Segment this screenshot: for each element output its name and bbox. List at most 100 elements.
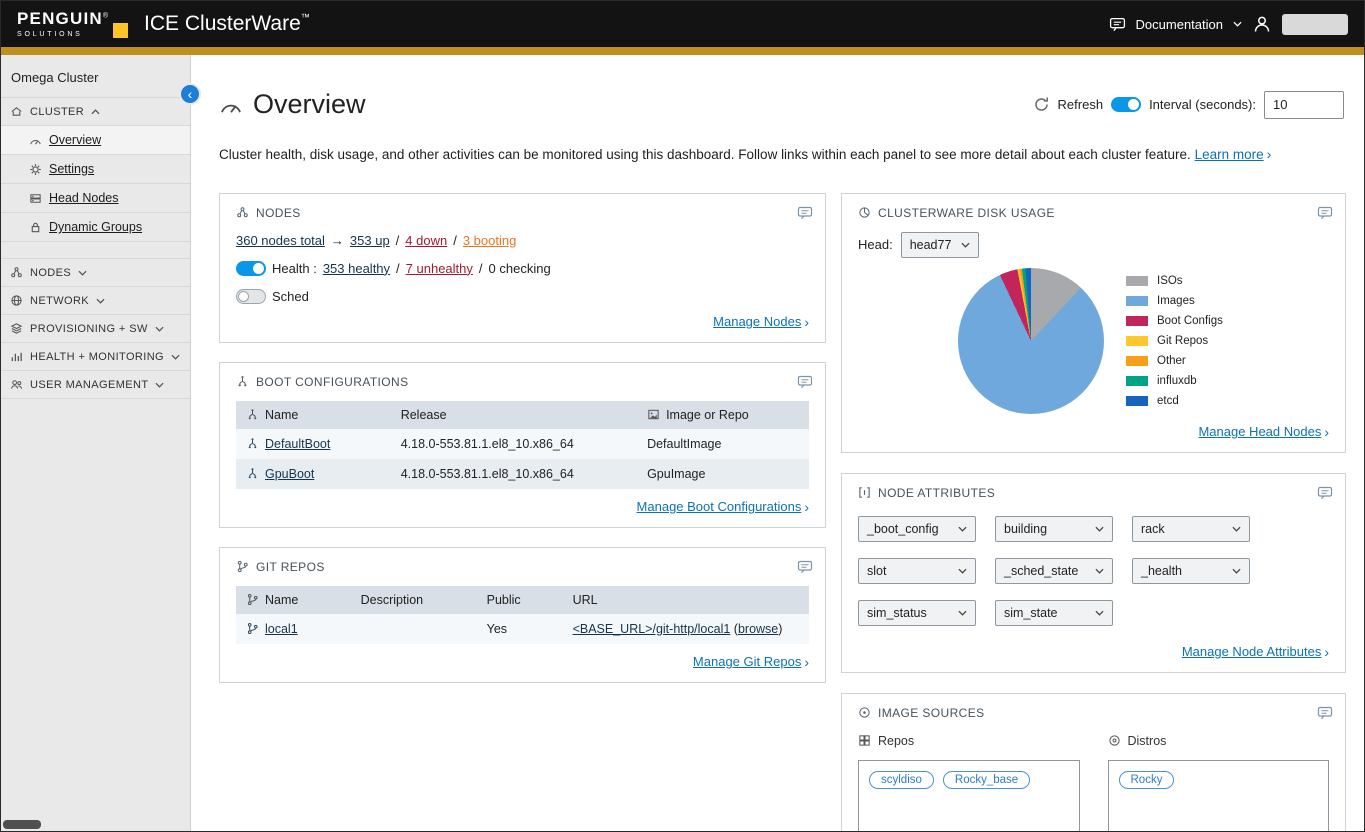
unhealthy-link[interactable]: 7 unhealthy [406, 261, 473, 276]
logo-secondary-text: SOLUTIONS [17, 31, 108, 38]
legend-label: Boot Configs [1157, 315, 1223, 327]
attr-select-sched-state[interactable]: _sched_state [995, 558, 1113, 584]
gear-icon [29, 163, 42, 176]
healthy-link[interactable]: 353 healthy [323, 261, 390, 276]
learn-more-link[interactable]: Learn more [1195, 147, 1264, 162]
column-header: Release [401, 408, 447, 422]
legend-item: Other [1126, 355, 1223, 367]
legend-item: Git Repos [1126, 335, 1223, 347]
select-value: slot [867, 564, 886, 578]
manage-git-repos-link[interactable]: Manage Git Repos [693, 654, 801, 669]
boot-config-icon [236, 375, 249, 388]
manage-boot-configurations-link[interactable]: Manage Boot Configurations [637, 499, 802, 514]
refresh-toggle[interactable] [1111, 97, 1141, 112]
panel-doc-icon[interactable] [1317, 706, 1333, 720]
chevron-up-icon [91, 109, 100, 115]
health-toggle[interactable] [236, 261, 266, 276]
separator: / [396, 233, 400, 248]
attr-select-sim-status[interactable]: sim_status [858, 600, 976, 626]
legend-label: ISOs [1157, 275, 1183, 287]
attr-select-slot[interactable]: slot [858, 558, 976, 584]
sidebar-item-settings[interactable]: Settings [1, 155, 190, 184]
image-sources-panel: IMAGE SOURCES Repos scyldiso Rocky_base [841, 693, 1346, 831]
manage-node-attributes-link[interactable]: Manage Node Attributes [1182, 644, 1321, 659]
image-cell: DefaultImage [637, 429, 809, 459]
separator: / [479, 261, 483, 276]
sidebar-item-head-nodes[interactable]: Head Nodes [1, 184, 190, 213]
sched-toggle[interactable] [236, 289, 266, 304]
interval-input[interactable] [1264, 91, 1344, 119]
health-label: Health : [272, 261, 317, 276]
chevron-down-icon [171, 354, 180, 360]
legend-item: influxdb [1126, 375, 1223, 387]
sidebar-item-overview[interactable]: Overview [1, 126, 190, 155]
sidebar-collapse-button[interactable]: ‹ [179, 83, 201, 105]
attr-select-building[interactable]: building [995, 516, 1113, 542]
panel-doc-icon[interactable] [797, 375, 813, 389]
nodes-booting-link[interactable]: 3 booting [463, 233, 517, 248]
distros-label: Distros [1128, 734, 1167, 748]
user-icon[interactable] [1252, 14, 1272, 34]
sidebar-section-provisioning[interactable]: PROVISIONING + SW [1, 315, 190, 343]
nodes-health-row: Health : 353 healthy / 7 unhealthy / 0 c… [236, 261, 809, 276]
nodes-up-link[interactable]: 353 up [350, 233, 390, 248]
sched-label: Sched [272, 289, 309, 304]
chevron-down-icon [958, 568, 967, 574]
chevron-down-icon[interactable] [1233, 21, 1242, 27]
legend-label: etcd [1157, 395, 1179, 407]
legend-swatch [1126, 276, 1148, 286]
documentation-link[interactable]: Documentation [1136, 17, 1223, 32]
distro-chip[interactable]: Rocky [1119, 771, 1175, 789]
sidebar-section-label: HEALTH + MONITORING [30, 351, 164, 363]
arrow-right-icon: → [331, 233, 344, 248]
panel-doc-icon[interactable] [797, 206, 813, 220]
sidebar-section-health-monitoring[interactable]: HEALTH + MONITORING [1, 343, 190, 371]
profile-button[interactable] [1282, 14, 1348, 35]
toggle-knob [253, 263, 264, 274]
select-value: head77 [910, 238, 952, 252]
attribute-dropdowns: _boot_config building rack slot _sched_s… [858, 516, 1329, 626]
lock-icon [29, 221, 42, 234]
sidebar-section-label: PROVISIONING + SW [30, 323, 148, 335]
sidebar-item-label: Dynamic Groups [49, 220, 142, 234]
documentation-icon [1109, 17, 1126, 32]
nodes-total-link[interactable]: 360 nodes total [236, 233, 325, 248]
chevron-down-icon [1095, 526, 1104, 532]
disk-usage-chart: ISOs Images Boot Configs Git Repos Other… [858, 268, 1329, 414]
server-icon [29, 192, 42, 205]
nodes-down-link[interactable]: 4 down [405, 233, 447, 248]
sidebar-section-nodes[interactable]: NODES [1, 259, 190, 287]
boot-config-link[interactable]: GpuBoot [265, 467, 314, 481]
repo-url-link[interactable]: <BASE_URL>/git-http/local1 [573, 622, 731, 636]
attr-select-boot-config[interactable]: _boot_config [858, 516, 976, 542]
chart-legend: ISOs Images Boot Configs Git Repos Other… [1126, 275, 1223, 407]
git-repo-link[interactable]: local1 [265, 622, 298, 636]
repo-chip[interactable]: Rocky_base [943, 771, 1030, 789]
sidebar-collapsed-sections: NODES NETWORK PROVISIONING + SW HEALTH +… [1, 258, 190, 399]
manage-head-nodes-link[interactable]: Manage Head Nodes [1198, 424, 1321, 439]
legend-swatch [1126, 396, 1148, 406]
panel-doc-icon[interactable] [1317, 206, 1333, 220]
sidebar-section-user-management[interactable]: USER MANAGEMENT [1, 371, 190, 399]
checking-text: 0 checking [489, 261, 551, 276]
attributes-icon [858, 486, 871, 499]
sidebar-item-dynamic-groups[interactable]: Dynamic Groups [1, 213, 190, 242]
attr-select-rack[interactable]: rack [1132, 516, 1250, 542]
panel-doc-icon[interactable] [1317, 486, 1333, 500]
description-cell [351, 614, 477, 644]
sidebar-section-network[interactable]: NETWORK [1, 287, 190, 315]
attr-select-sim-state[interactable]: sim_state [995, 600, 1113, 626]
top-bar: PENGUIN® SOLUTIONS ICE ClusterWare™ Docu… [1, 1, 1364, 47]
select-value: building [1004, 522, 1047, 536]
sidebar-section-cluster[interactable]: CLUSTER [1, 98, 190, 126]
panel-doc-icon[interactable] [797, 560, 813, 574]
manage-nodes-link[interactable]: Manage Nodes [713, 314, 801, 329]
head-select[interactable]: head77 [901, 232, 980, 258]
scrollbar-thumb[interactable] [3, 820, 41, 829]
browse-link[interactable]: browse [738, 622, 778, 636]
attr-select-health[interactable]: _health [1132, 558, 1250, 584]
boot-config-link[interactable]: DefaultBoot [265, 437, 330, 451]
refresh-icon[interactable] [1033, 96, 1050, 113]
sidebar-section-label: USER MANAGEMENT [30, 379, 148, 391]
repo-chip[interactable]: scyldiso [869, 771, 934, 789]
